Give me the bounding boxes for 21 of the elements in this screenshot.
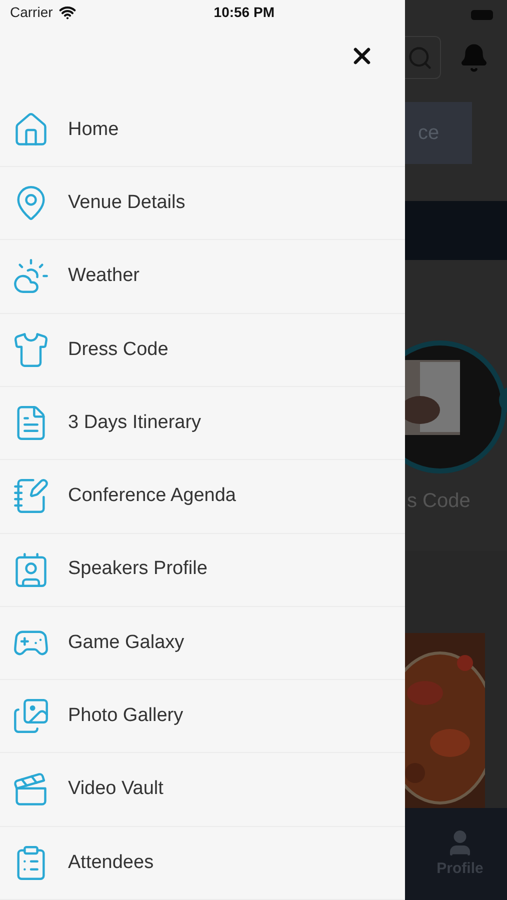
menu-item[interactable]: Game Galaxy bbox=[0, 606, 405, 680]
shirt-icon bbox=[12, 330, 50, 369]
menu-item[interactable]: Photo Gallery bbox=[0, 680, 405, 754]
notebook-pen-icon bbox=[12, 477, 50, 516]
menu-item[interactable]: Speakers Profile bbox=[0, 534, 405, 607]
carrier-label: Carrier bbox=[10, 3, 53, 22]
wifi-icon bbox=[58, 4, 76, 22]
menu-item[interactable]: Venue Details bbox=[0, 167, 405, 240]
menu-item[interactable]: Home bbox=[0, 94, 405, 168]
search-field[interactable] bbox=[405, 36, 441, 80]
menu-item[interactable]: Attendees bbox=[0, 826, 405, 900]
menu-item[interactable]: Dress Code bbox=[0, 314, 405, 387]
images-icon bbox=[12, 697, 50, 736]
status-time: 10:56 PM bbox=[214, 3, 274, 22]
menu-item[interactable]: Video Vault bbox=[0, 753, 405, 827]
menu-item[interactable]: 3 Days Itinerary bbox=[0, 386, 405, 460]
menu-item[interactable]: Conference Agenda bbox=[0, 460, 405, 534]
menu-item[interactable]: Weather bbox=[0, 240, 405, 314]
cloud-sun-icon bbox=[12, 257, 50, 296]
battery-icon bbox=[471, 10, 493, 20]
bell-icon[interactable] bbox=[459, 42, 489, 73]
